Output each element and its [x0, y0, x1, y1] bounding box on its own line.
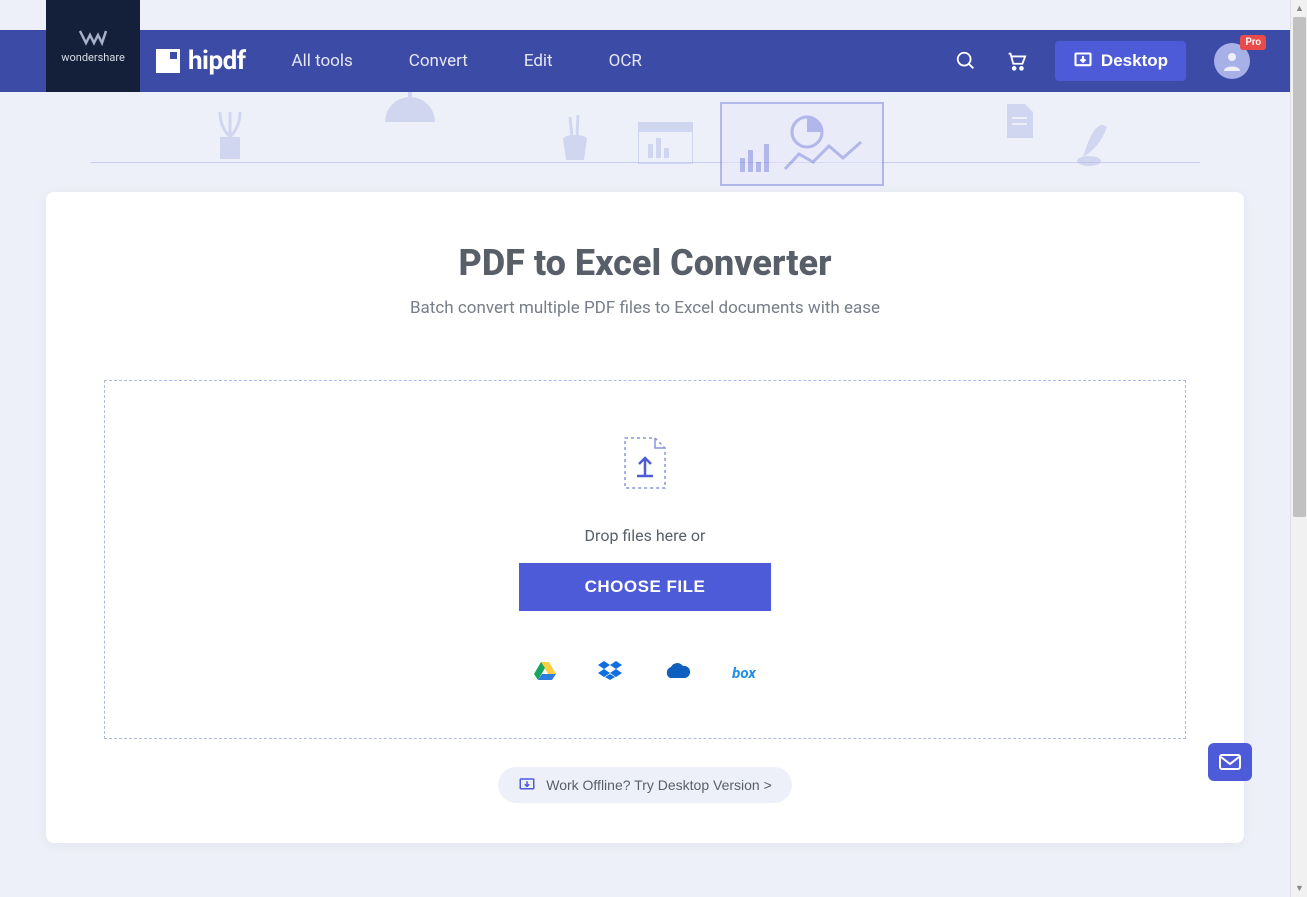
pro-badge: Pro	[1240, 35, 1266, 50]
page-subtitle: Batch convert multiple PDF files to Exce…	[410, 298, 880, 318]
top-navbar: wondershare hipdf All tools Convert Edit…	[0, 30, 1290, 92]
wondershare-label: wondershare	[61, 51, 125, 64]
cart-icon[interactable]	[1005, 50, 1027, 72]
google-drive-icon[interactable]	[534, 661, 556, 685]
avatar[interactable]: Pro	[1214, 43, 1250, 79]
work-offline-button[interactable]: Work Offline? Try Desktop Version >	[498, 767, 792, 803]
hipdf-logo-text: hipdf	[188, 46, 246, 76]
scroll-down-icon[interactable]: ▼	[1291, 880, 1307, 897]
download-small-icon	[518, 777, 536, 793]
nav-edit[interactable]: Edit	[524, 51, 553, 71]
page-title: PDF to Excel Converter	[459, 242, 832, 284]
box-icon[interactable]: box	[732, 664, 756, 682]
work-offline-label: Work Offline? Try Desktop Version >	[546, 777, 772, 793]
vertical-scrollbar[interactable]: ▲ ▼	[1290, 0, 1307, 897]
hipdf-logo-icon	[156, 49, 180, 73]
drop-text: Drop files here or	[585, 526, 706, 545]
charts-panel-icon	[720, 102, 884, 186]
feather-icon	[1075, 112, 1115, 167]
main-card: PDF to Excel Converter Batch convert mul…	[46, 192, 1244, 843]
chart-window-icon	[638, 122, 693, 164]
search-icon[interactable]	[955, 50, 977, 72]
user-icon	[1220, 49, 1244, 73]
hipdf-logo[interactable]: hipdf	[156, 46, 246, 76]
scroll-up-icon[interactable]: ▲	[1291, 0, 1307, 17]
dropbox-icon[interactable]	[598, 661, 622, 685]
wondershare-logo-icon	[79, 29, 107, 47]
nav-convert[interactable]: Convert	[409, 51, 468, 71]
nav-all-tools[interactable]: All tools	[292, 51, 353, 71]
desktop-button-label: Desktop	[1101, 51, 1168, 71]
download-icon	[1073, 51, 1093, 71]
lamp-icon	[380, 92, 440, 127]
document-icon	[1005, 102, 1035, 140]
pencil-cup-icon	[560, 112, 590, 162]
mail-fab[interactable]	[1208, 743, 1252, 781]
hero-decoration	[0, 92, 1290, 192]
onedrive-icon[interactable]	[664, 662, 690, 684]
upload-file-icon	[621, 434, 669, 496]
desktop-button[interactable]: Desktop	[1055, 41, 1186, 81]
plant-icon	[205, 102, 255, 162]
choose-file-button[interactable]: CHOOSE FILE	[519, 563, 772, 611]
scroll-thumb[interactable]	[1293, 17, 1306, 517]
file-dropzone[interactable]: Drop files here or CHOOSE FILE box	[104, 380, 1186, 739]
wondershare-block[interactable]: wondershare	[46, 0, 140, 92]
mail-icon	[1219, 754, 1241, 770]
nav-ocr[interactable]: OCR	[609, 51, 642, 71]
